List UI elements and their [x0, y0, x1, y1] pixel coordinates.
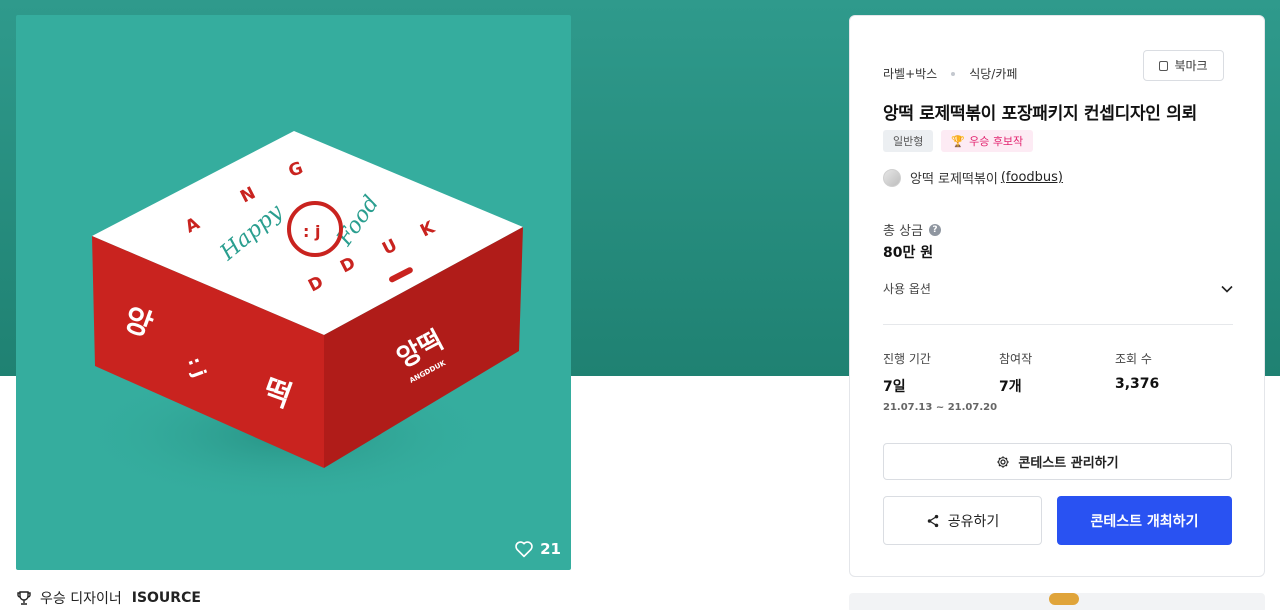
share-icon — [927, 514, 938, 527]
chevron-down-icon — [1221, 285, 1233, 293]
like-button[interactable]: 21 — [514, 540, 561, 558]
like-count: 21 — [540, 540, 561, 558]
package-box-illustration: A N G D D U K Happy Food : j 앙 떡 앙떡 ANGD… — [76, 131, 523, 505]
award-tag: 🏆 우승 후보작 — [941, 130, 1034, 152]
prize-value: 80만 원 — [883, 245, 934, 261]
stat-label: 조회 수 — [1115, 352, 1152, 366]
options-label: 사용 옵션 — [883, 282, 931, 296]
gear-icon — [997, 455, 1010, 468]
winner-name[interactable]: ISOURCE — [132, 590, 201, 606]
bookmark-button[interactable]: 북마크 — [1143, 50, 1224, 81]
owner-name: 앙떡 로제떡볶이 — [910, 172, 998, 187]
host-contest-button[interactable]: 콘테스트 개최하기 — [1057, 496, 1232, 545]
avatar — [883, 168, 901, 187]
contest-info-panel: 라벨+박스 식당/카페 북마크 앙떡 로제떡볶이 포장패키지 컨셉디자인 의뢰 … — [849, 15, 1265, 577]
options-dropdown[interactable]: 사용 옵션 — [883, 280, 1233, 297]
breadcrumb-separator — [951, 71, 956, 76]
help-icon[interactable]: ? — [929, 223, 942, 236]
bookmark-label: 북마크 — [1174, 59, 1208, 73]
type-tag: 일반형 — [883, 130, 934, 152]
contest-title: 앙떡 로제떡볶이 포장패키지 컨셉디자인 의뢰 — [883, 104, 1197, 124]
stat-label: 진행 기간 — [883, 352, 931, 366]
breadcrumb-category[interactable]: 라벨+박스 — [883, 65, 937, 82]
winner-prefix: 우승 디자이너 — [40, 591, 122, 607]
stat-period: 진행 기간 7일 21.07.13 ~ 21.07.20 — [883, 350, 997, 413]
stat-entries: 참여작 7개 — [999, 350, 1032, 396]
stat-value: 7개 — [999, 379, 1022, 395]
stat-value: 3,376 — [1115, 376, 1160, 392]
stat-label: 참여작 — [999, 352, 1033, 366]
prize-label: 총 상금 ? — [883, 220, 942, 239]
smiley-face: : j — [303, 222, 320, 241]
bookmark-icon — [1159, 60, 1169, 71]
breadcrumb-subcategory[interactable]: 식당/카페 — [969, 65, 1017, 82]
manage-contest-label: 콘테스트 관리하기 — [1018, 456, 1119, 471]
winner-designer: 우승 디자이너 ISOURCE — [16, 588, 201, 608]
stat-views: 조회 수 3,376 — [1115, 350, 1159, 392]
trophy-icon — [17, 591, 31, 605]
award-tag-label: 우승 후보작 — [969, 135, 1024, 148]
contest-image[interactable]: A N G D D U K Happy Food : j 앙 떡 앙떡 ANGD… — [16, 15, 571, 570]
contest-owner[interactable]: 앙떡 로제떡볶이 (foodbus) — [883, 168, 1063, 187]
share-label: 공유하기 — [947, 513, 1000, 530]
divider — [883, 324, 1233, 325]
preview-image — [1049, 593, 1079, 605]
stat-value: 7일 — [883, 379, 906, 395]
manage-contest-button[interactable]: 콘테스트 관리하기 — [883, 443, 1232, 480]
prize-label-text: 총 상금 — [883, 224, 924, 239]
stat-date-range: 21.07.13 ~ 21.07.20 — [883, 402, 998, 413]
trophy-icon: 🏆 — [951, 134, 966, 148]
owner-handle[interactable]: (foodbus) — [1001, 170, 1063, 185]
share-button[interactable]: 공유하기 — [883, 496, 1042, 545]
host-contest-label: 콘테스트 개최하기 — [1090, 513, 1199, 530]
contest-tags: 일반형 🏆 우승 후보작 — [883, 130, 1034, 152]
next-card-preview — [849, 593, 1265, 610]
heart-icon — [515, 541, 533, 558]
breadcrumb: 라벨+박스 식당/카페 — [883, 65, 1017, 82]
